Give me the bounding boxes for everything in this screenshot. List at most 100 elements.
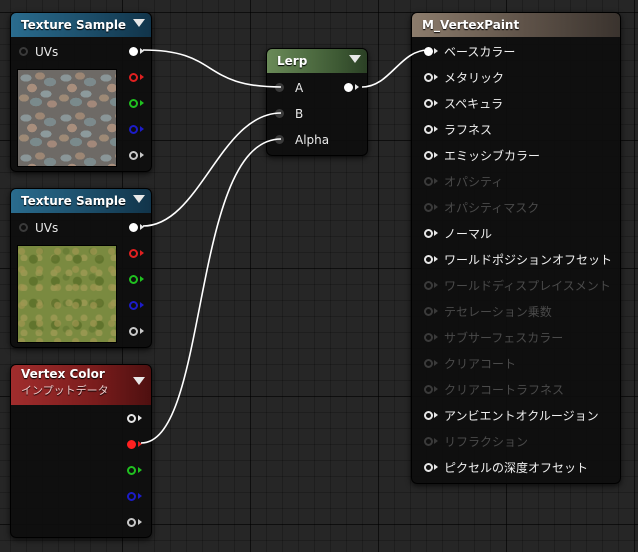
material-input-row[interactable]: リフラクション [424, 433, 528, 449]
wire-texture2-to-lerp-b[interactable] [142, 112, 282, 227]
material-input-row[interactable]: ピクセルの深度オフセット [424, 459, 588, 475]
texture-sample-node-2[interactable]: Texture Sample UVs [10, 188, 152, 348]
material-input-pin[interactable] [424, 306, 433, 316]
material-input-row[interactable]: オパシティマスク [424, 199, 539, 215]
material-input-label: テセレーション乗数 [444, 304, 552, 319]
rgb-output-pin[interactable] [129, 223, 138, 232]
texture-thumbnail-stones [17, 69, 117, 167]
g-output-pin[interactable] [129, 99, 138, 108]
uvs-label: UVs [35, 45, 59, 59]
wire-vertexcolor-r-to-lerp-alpha[interactable] [140, 138, 282, 444]
lerp-a-input-pin[interactable] [275, 83, 284, 92]
material-input-row[interactable]: テセレーション乗数 [424, 303, 552, 319]
material-input-label: ワールドポジションオフセット [444, 252, 613, 267]
material-input-row[interactable]: スペキュラ [424, 95, 503, 111]
node-header[interactable]: M_VertexPaint [412, 13, 620, 37]
material-input-row[interactable]: サブサーフェスカラー [424, 329, 563, 345]
collapse-arrow-icon[interactable] [349, 55, 361, 63]
uvs-input-pin[interactable] [19, 47, 28, 56]
wire-texture1-to-lerp-a[interactable] [142, 49, 282, 88]
node-header[interactable]: Vertex Color インプットデータ [11, 365, 151, 405]
material-input-label: スペキュラ [444, 96, 504, 111]
a-output-pin[interactable] [129, 327, 138, 336]
input-arrow-icon [434, 360, 438, 366]
lerp-alpha-input-pin[interactable] [275, 135, 284, 144]
lerp-b-label: B [295, 107, 304, 121]
uvs-input-row: UVs [19, 221, 58, 235]
material-input-pin[interactable] [424, 124, 433, 134]
material-input-pin[interactable] [424, 202, 433, 212]
g-output-pin[interactable] [127, 466, 136, 475]
texture-sample-node-1[interactable]: Texture Sample UVs [10, 12, 152, 172]
vertex-color-node[interactable]: Vertex Color インプットデータ [10, 364, 152, 538]
r-output-pin[interactable] [127, 440, 136, 449]
g-output-pin[interactable] [129, 275, 138, 284]
lerp-node[interactable]: Lerp A B Alpha [266, 48, 368, 156]
b-output-pin[interactable] [129, 125, 138, 134]
material-input-pin[interactable] [424, 150, 433, 160]
node-title: Texture Sample [21, 18, 127, 32]
material-input-pin[interactable] [424, 72, 433, 82]
material-input-pin[interactable] [424, 332, 433, 342]
material-input-pin[interactable] [424, 436, 433, 446]
material-input-row[interactable]: ラフネス [424, 121, 492, 137]
node-header[interactable]: Texture Sample [11, 13, 151, 37]
uvs-input-pin[interactable] [19, 223, 28, 232]
material-input-row[interactable]: ワールドポジションオフセット [424, 251, 612, 267]
node-title: M_VertexPaint [422, 18, 520, 32]
output-arrow-icon [140, 328, 144, 334]
lerp-b-input-pin[interactable] [275, 109, 284, 118]
material-input-label: オパシティマスク [444, 200, 540, 215]
material-input-row[interactable]: クリアコートラフネス [424, 381, 564, 397]
a-output-pin[interactable] [129, 151, 138, 160]
output-arrow-icon [140, 74, 144, 80]
material-input-pin[interactable] [424, 46, 433, 56]
material-input-pin[interactable] [424, 176, 433, 186]
material-input-label: ベースカラー [444, 44, 516, 59]
material-input-row[interactable]: アンビエントオクルージョン [424, 407, 599, 423]
rgb-output-pin[interactable] [127, 414, 136, 423]
material-input-pin[interactable] [424, 98, 433, 108]
material-input-pin[interactable] [424, 228, 433, 238]
lerp-a-label: A [295, 81, 304, 95]
collapse-arrow-icon[interactable] [133, 195, 145, 203]
input-arrow-icon [434, 412, 438, 418]
material-input-row[interactable]: ベースカラー [424, 43, 515, 59]
material-result-node[interactable]: M_VertexPaint ベースカラーメタリックスペキュララフネスエミッシブカ… [411, 12, 621, 484]
lerp-output-pin[interactable] [344, 83, 353, 92]
material-input-label: ピクセルの深度オフセット [444, 460, 589, 475]
input-arrow-icon [434, 126, 438, 132]
output-arrow-icon [140, 48, 144, 54]
material-input-label: アンビエントオクルージョン [444, 408, 599, 423]
material-input-row[interactable]: オパシティ [424, 173, 503, 189]
output-arrow-icon [140, 224, 144, 230]
r-output-pin[interactable] [129, 73, 138, 82]
material-input-pin[interactable] [424, 384, 433, 394]
r-output-pin[interactable] [129, 249, 138, 258]
material-input-row[interactable]: クリアコート [424, 355, 516, 371]
material-input-pin[interactable] [424, 280, 433, 290]
collapse-arrow-icon[interactable] [133, 377, 145, 385]
output-arrow-icon [138, 441, 142, 447]
b-output-pin[interactable] [129, 301, 138, 310]
b-output-pin[interactable] [127, 492, 136, 501]
material-input-pin[interactable] [424, 410, 433, 420]
lerp-input-alpha-row: Alpha [275, 133, 329, 147]
material-input-row[interactable]: ノーマル [424, 225, 492, 241]
node-header[interactable]: Lerp [267, 49, 367, 73]
node-title: Texture Sample [21, 194, 127, 208]
material-input-label: オパシティ [444, 174, 504, 189]
material-input-pin[interactable] [424, 462, 433, 472]
a-output-pin[interactable] [127, 518, 136, 527]
material-input-label: サブサーフェスカラー [444, 330, 564, 345]
node-header[interactable]: Texture Sample [11, 189, 151, 213]
material-input-label: エミッシブカラー [444, 148, 541, 163]
material-input-row[interactable]: ワールドディスプレイスメント [424, 277, 611, 293]
collapse-arrow-icon[interactable] [133, 19, 145, 27]
material-input-row[interactable]: エミッシブカラー [424, 147, 540, 163]
material-input-pin[interactable] [424, 254, 433, 264]
material-input-pin[interactable] [424, 358, 433, 368]
rgb-output-pin[interactable] [129, 47, 138, 56]
material-input-row[interactable]: メタリック [424, 69, 504, 85]
input-arrow-icon [434, 48, 438, 54]
